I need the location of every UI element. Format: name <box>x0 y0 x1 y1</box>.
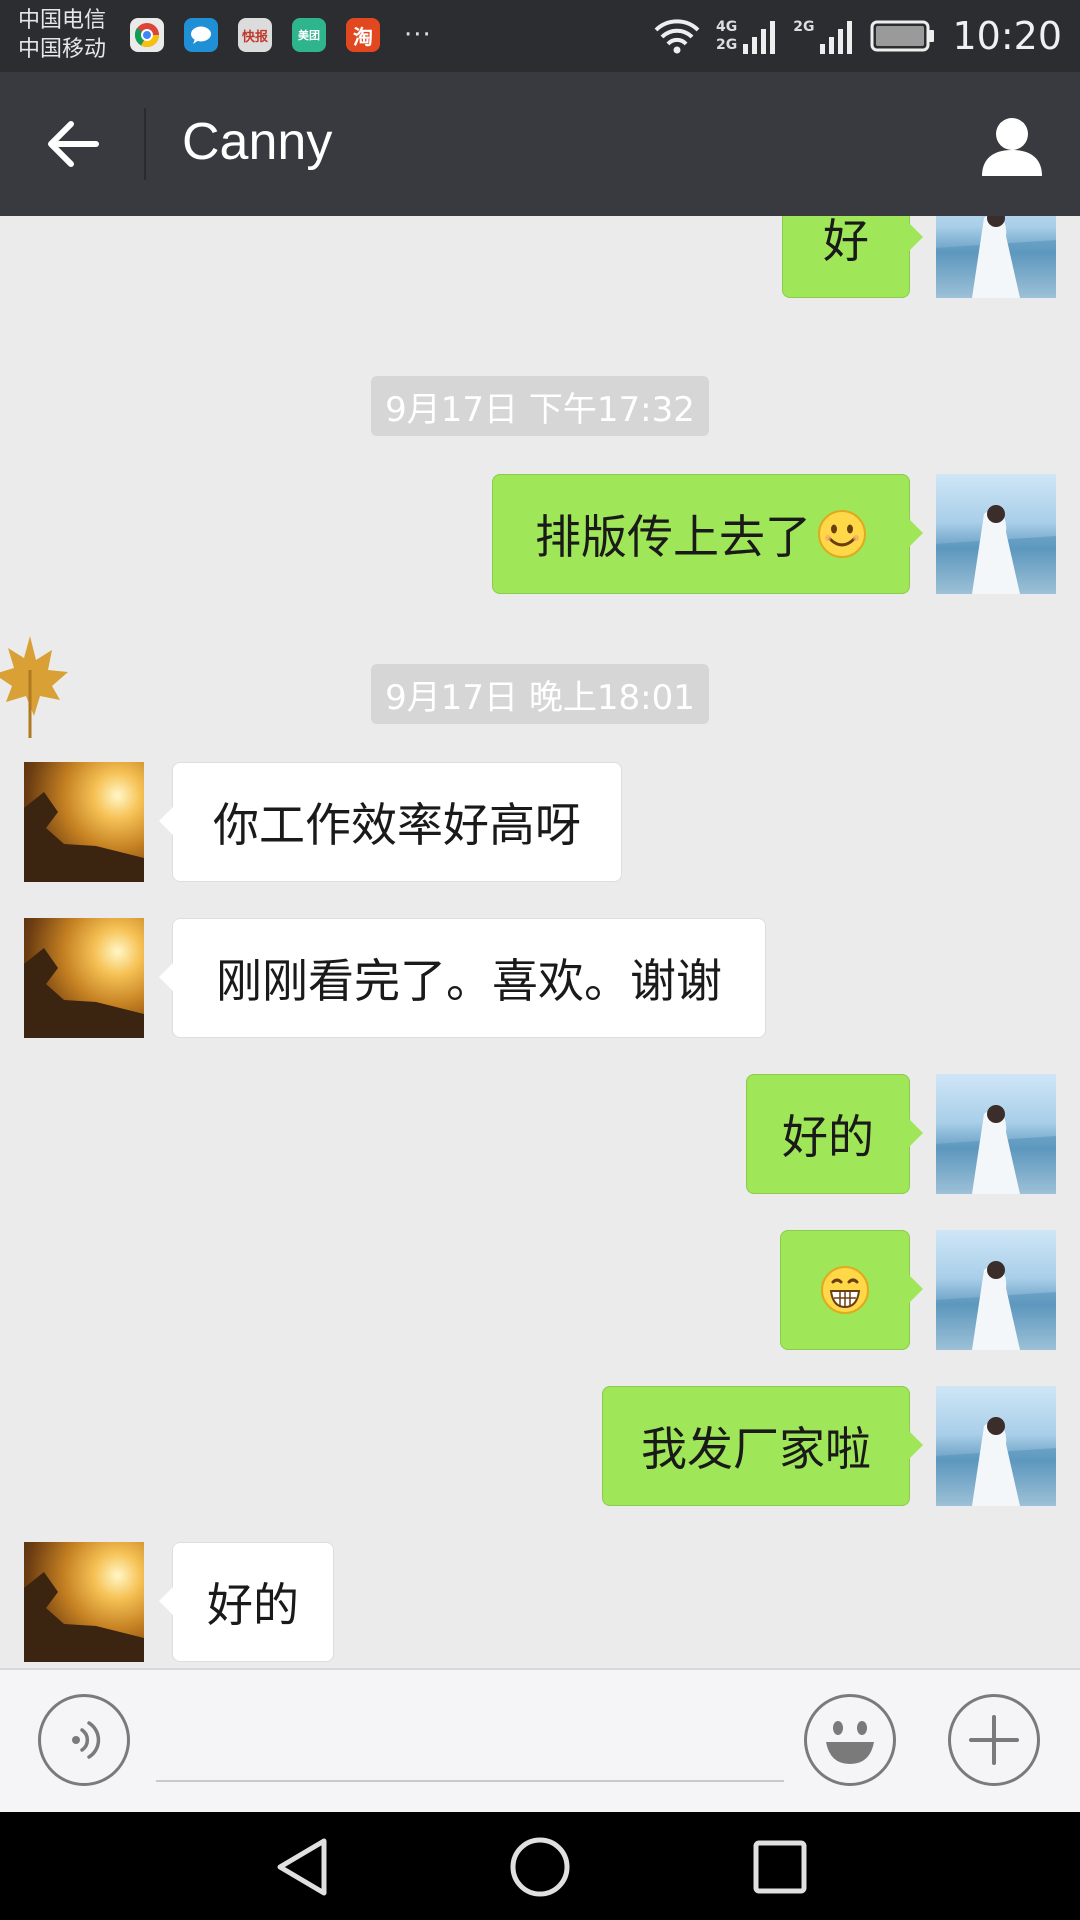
message-input-bar <box>0 1668 1080 1814</box>
carrier-2: 中国移动 <box>18 37 107 62</box>
chat-title: Canny <box>182 113 333 171</box>
message-bubble-sent[interactable]: 我发厂家啦 <box>602 1386 923 1506</box>
my-avatar[interactable] <box>936 1386 1056 1506</box>
my-avatar[interactable] <box>936 1074 1056 1194</box>
signal-sim-2: 2G <box>793 18 854 54</box>
contact-avatar[interactable] <box>24 762 144 882</box>
carrier-labels: 中国电信 中国移动 <box>18 6 106 64</box>
message-text: 你工作效率好高呀 <box>213 798 581 852</box>
message-text: 排版传上去了 <box>535 510 811 564</box>
chat-icon <box>184 18 218 52</box>
chrome-icon <box>130 18 164 52</box>
nav-home-button[interactable] <box>500 1832 580 1902</box>
triangle-back-icon <box>277 1838 327 1896</box>
system-nav-bar <box>0 1812 1080 1920</box>
back-arrow-icon <box>48 121 99 167</box>
network-type-2: 2G <box>716 37 738 53</box>
nav-back-button[interactable] <box>262 1832 342 1902</box>
plus-icon <box>969 1715 1019 1765</box>
message-text: 好 <box>823 216 869 268</box>
clock: 10:20 <box>952 14 1062 58</box>
news-icon: 快报 <box>238 18 272 52</box>
message-input[interactable] <box>156 1706 784 1782</box>
status-bar: 中国电信 中国移动 快报 美团 淘 ··· 4G 2G 2G 10:20 <box>0 0 1080 72</box>
my-avatar[interactable] <box>936 474 1056 594</box>
message-bubble-received[interactable]: 好的 <box>159 1542 334 1662</box>
more-notifications: ··· <box>404 20 432 50</box>
message-bubble-sent[interactable]: 好的 <box>746 1074 923 1194</box>
message-text: 刚刚看完了。喜欢。谢谢 <box>216 954 722 1008</box>
message-list[interactable]: 好 9月17日 下午17:32 排版传上去了 9月17日 晚上18:01 你工作… <box>0 216 1080 1668</box>
wifi-icon <box>654 19 700 54</box>
chat-header: Canny <box>0 72 1080 216</box>
circle-home-icon <box>510 1837 570 1897</box>
contact-avatar[interactable] <box>24 918 144 1038</box>
network-type-3: 2G <box>793 19 815 35</box>
status-indicators: 4G 2G 2G 10:20 <box>654 0 1062 72</box>
timestamp-divider: 9月17日 晚上18:01 <box>371 664 709 724</box>
timestamp-divider: 9月17日 下午17:32 <box>371 376 709 436</box>
chat-info-button[interactable] <box>974 108 1050 184</box>
more-actions-button[interactable] <box>948 1694 1040 1786</box>
grin-emoji-icon <box>821 1266 869 1314</box>
message-bubble-received[interactable]: 你工作效率好高呀 <box>159 762 622 882</box>
header-divider <box>144 108 146 180</box>
battery-icon <box>870 20 935 52</box>
signal-sim-1: 4G 2G <box>716 18 777 54</box>
signal-icon-1 <box>743 21 776 54</box>
message-text: 好的 <box>207 1578 299 1632</box>
carrier-1: 中国电信 <box>18 8 107 33</box>
person-icon <box>982 118 1042 176</box>
meituan-icon: 美团 <box>292 18 326 52</box>
message-bubble-sent[interactable] <box>780 1230 923 1350</box>
my-avatar[interactable] <box>936 1230 1056 1350</box>
nav-recents-button[interactable] <box>740 1832 820 1902</box>
notification-icons: 快报 美团 淘 ··· <box>130 18 432 52</box>
contact-avatar[interactable] <box>24 1542 144 1662</box>
network-type-1: 4G <box>716 19 738 35</box>
message-bubble-sent[interactable]: 排版传上去了 <box>492 474 923 594</box>
back-button[interactable] <box>30 104 116 184</box>
message-bubble-received[interactable]: 刚刚看完了。喜欢。谢谢 <box>159 918 766 1038</box>
signal-icon-2 <box>820 21 853 54</box>
maple-leaf-icon <box>0 636 68 738</box>
message-bubble-sent[interactable]: 好 <box>782 216 923 298</box>
message-text: 我发厂家啦 <box>641 1422 871 1476</box>
message-text: 好的 <box>782 1110 874 1164</box>
smile-emoji-icon <box>818 510 866 558</box>
voice-icon <box>72 1721 101 1759</box>
smiley-icon <box>826 1721 874 1764</box>
taobao-icon: 淘 <box>346 18 380 52</box>
square-recents-icon <box>753 1840 807 1894</box>
my-avatar[interactable] <box>936 216 1056 298</box>
emoji-button[interactable] <box>804 1694 896 1786</box>
voice-toggle-button[interactable] <box>38 1694 130 1786</box>
